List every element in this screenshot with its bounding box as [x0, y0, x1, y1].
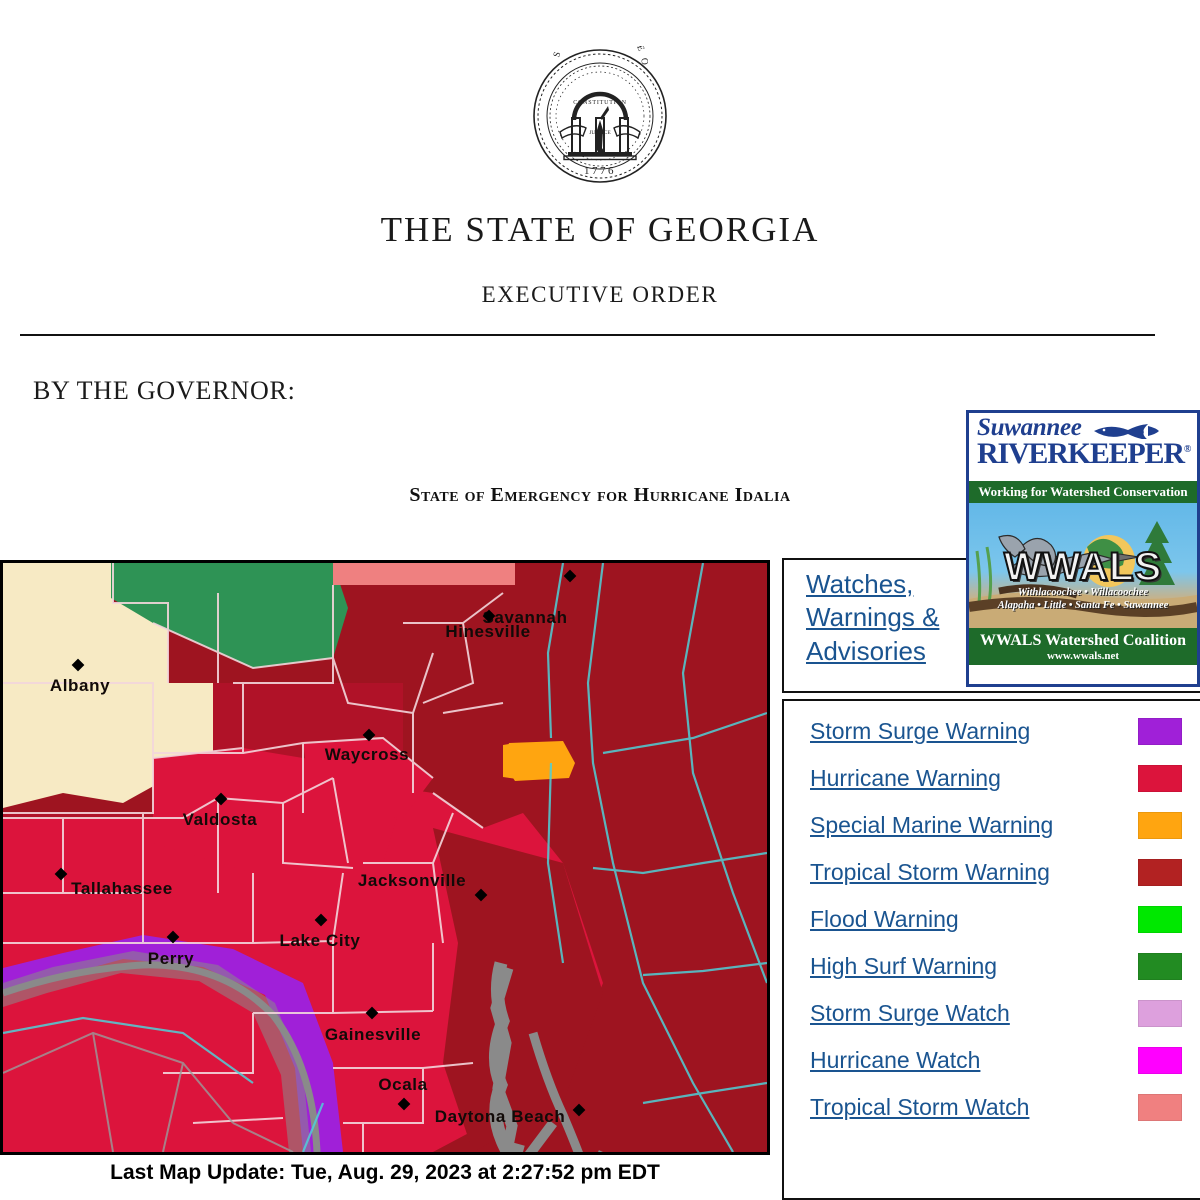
city-label: Lake City: [279, 931, 361, 950]
legend-label[interactable]: Hurricane Warning: [810, 765, 1138, 792]
legend-label[interactable]: Hurricane Watch: [810, 1047, 1138, 1074]
city-label: Gainesville: [324, 1025, 422, 1044]
georgia-state-seal-wrap: S T A T E O F G E O R G I A CONSTITUTION…: [0, 46, 1200, 186]
svg-text:CONSTITUTION: CONSTITUTION: [573, 100, 627, 106]
header-divider: [20, 334, 1155, 336]
wwals-rivers-line-1: Withlacoochee • Willacoochee: [1017, 586, 1149, 598]
legend-item-tropical-storm-warning[interactable]: Tropical Storm Warning: [784, 856, 1200, 889]
seal-year: 1776: [584, 165, 616, 177]
legend-color-swatch: [1138, 812, 1182, 839]
watches-warnings-advisories-link[interactable]: Watches, Warnings & Advisories: [784, 560, 974, 668]
map-canvas: [3, 563, 767, 1152]
warning-legend-panel: Storm Surge Warning Hurricane Warning Sp…: [782, 699, 1200, 1200]
legend-label[interactable]: Storm Surge Watch: [810, 1000, 1138, 1027]
wwals-wordmark: WWALS: [1003, 544, 1163, 590]
city-label: Waycross: [324, 745, 410, 764]
legend-color-swatch: [1138, 906, 1182, 933]
legend-color-swatch: [1138, 953, 1182, 980]
wwals-logo-footer: WWALS Watershed Coalition www.wwals.net: [969, 628, 1197, 665]
legend-color-swatch: [1138, 1094, 1182, 1121]
legend-color-swatch: [1138, 859, 1182, 886]
document-header: S T A T E O F G E O R G I A CONSTITUTION…: [0, 0, 1200, 308]
city-label: Albany: [49, 676, 111, 695]
document-subtitle: EXECUTIVE ORDER: [481, 282, 719, 307]
legend-label[interactable]: Special Marine Warning: [810, 812, 1138, 839]
wwals-rivers-line-2: Alapaha • Little • Santa Fe • Suwannee: [997, 599, 1169, 611]
wwals-suwannee-riverkeeper-logo[interactable]: Suwannee RIVERKEEPER® Working for Waters…: [966, 410, 1200, 687]
legend-label[interactable]: Tropical Storm Warning: [810, 859, 1138, 886]
legend-item-storm-surge-warning[interactable]: Storm Surge Warning: [784, 715, 1200, 748]
legend-label[interactable]: Flood Warning: [810, 906, 1138, 933]
page-title: THE STATE OF GEORGIA: [380, 210, 820, 249]
wwals-url-text[interactable]: www.wwals.net: [969, 650, 1197, 662]
city-label: Hinesville: [445, 622, 531, 641]
legend-item-high-surf-warning[interactable]: High Surf Warning: [784, 950, 1200, 983]
registered-mark: ®: [1183, 444, 1192, 455]
weather-warning-map[interactable]: [0, 560, 770, 1155]
city-label: Tallahassee: [71, 879, 173, 898]
map-graphic: [3, 563, 767, 1152]
legend-item-hurricane-warning[interactable]: Hurricane Warning: [784, 762, 1200, 795]
legend-color-swatch: [1138, 1000, 1182, 1027]
wwals-logo-header: Suwannee RIVERKEEPER®: [969, 413, 1197, 481]
city-label: Perry: [147, 949, 195, 968]
legend-label[interactable]: Storm Surge Warning: [810, 718, 1138, 745]
legend-label[interactable]: High Surf Warning: [810, 953, 1138, 980]
wwals-tagline: Working for Watershed Conservation: [969, 481, 1197, 503]
legend-item-storm-surge-watch[interactable]: Storm Surge Watch: [784, 997, 1200, 1030]
legend-label[interactable]: Tropical Storm Watch: [810, 1094, 1138, 1121]
city-label: Daytona Beach: [434, 1107, 566, 1126]
legend-color-swatch: [1138, 765, 1182, 792]
legend-item-tropical-storm-watch[interactable]: Tropical Storm Watch: [784, 1091, 1200, 1124]
by-the-governor-line: BY THE GOVERNOR:: [33, 376, 296, 405]
legend-color-swatch: [1138, 718, 1182, 745]
legend-item-hurricane-watch[interactable]: Hurricane Watch: [784, 1044, 1200, 1077]
legend-color-swatch: [1138, 1047, 1182, 1074]
map-last-update-text: Last Map Update: Tue, Aug. 29, 2023 at 2…: [110, 1161, 660, 1184]
city-label: Jacksonville: [357, 871, 467, 890]
city-label: Ocala: [378, 1075, 428, 1094]
legend-item-flood-warning[interactable]: Flood Warning: [784, 903, 1200, 936]
wwals-coalition-text: WWALS Watershed Coalition: [980, 632, 1186, 649]
wwals-artwork: WWALS Withlacoochee • Willacoochee Alapa…: [969, 503, 1197, 628]
city-label: Valdosta: [182, 810, 258, 829]
wwals-rivers-list: Withlacoochee • Willacoochee Alapaha • L…: [969, 586, 1197, 612]
wwals-riverkeeper-text: RIVERKEEPER®: [977, 437, 1192, 470]
legend-item-special-marine-warning[interactable]: Special Marine Warning: [784, 809, 1200, 842]
georgia-state-seal-icon: S T A T E O F G E O R G I A CONSTITUTION…: [530, 46, 667, 183]
